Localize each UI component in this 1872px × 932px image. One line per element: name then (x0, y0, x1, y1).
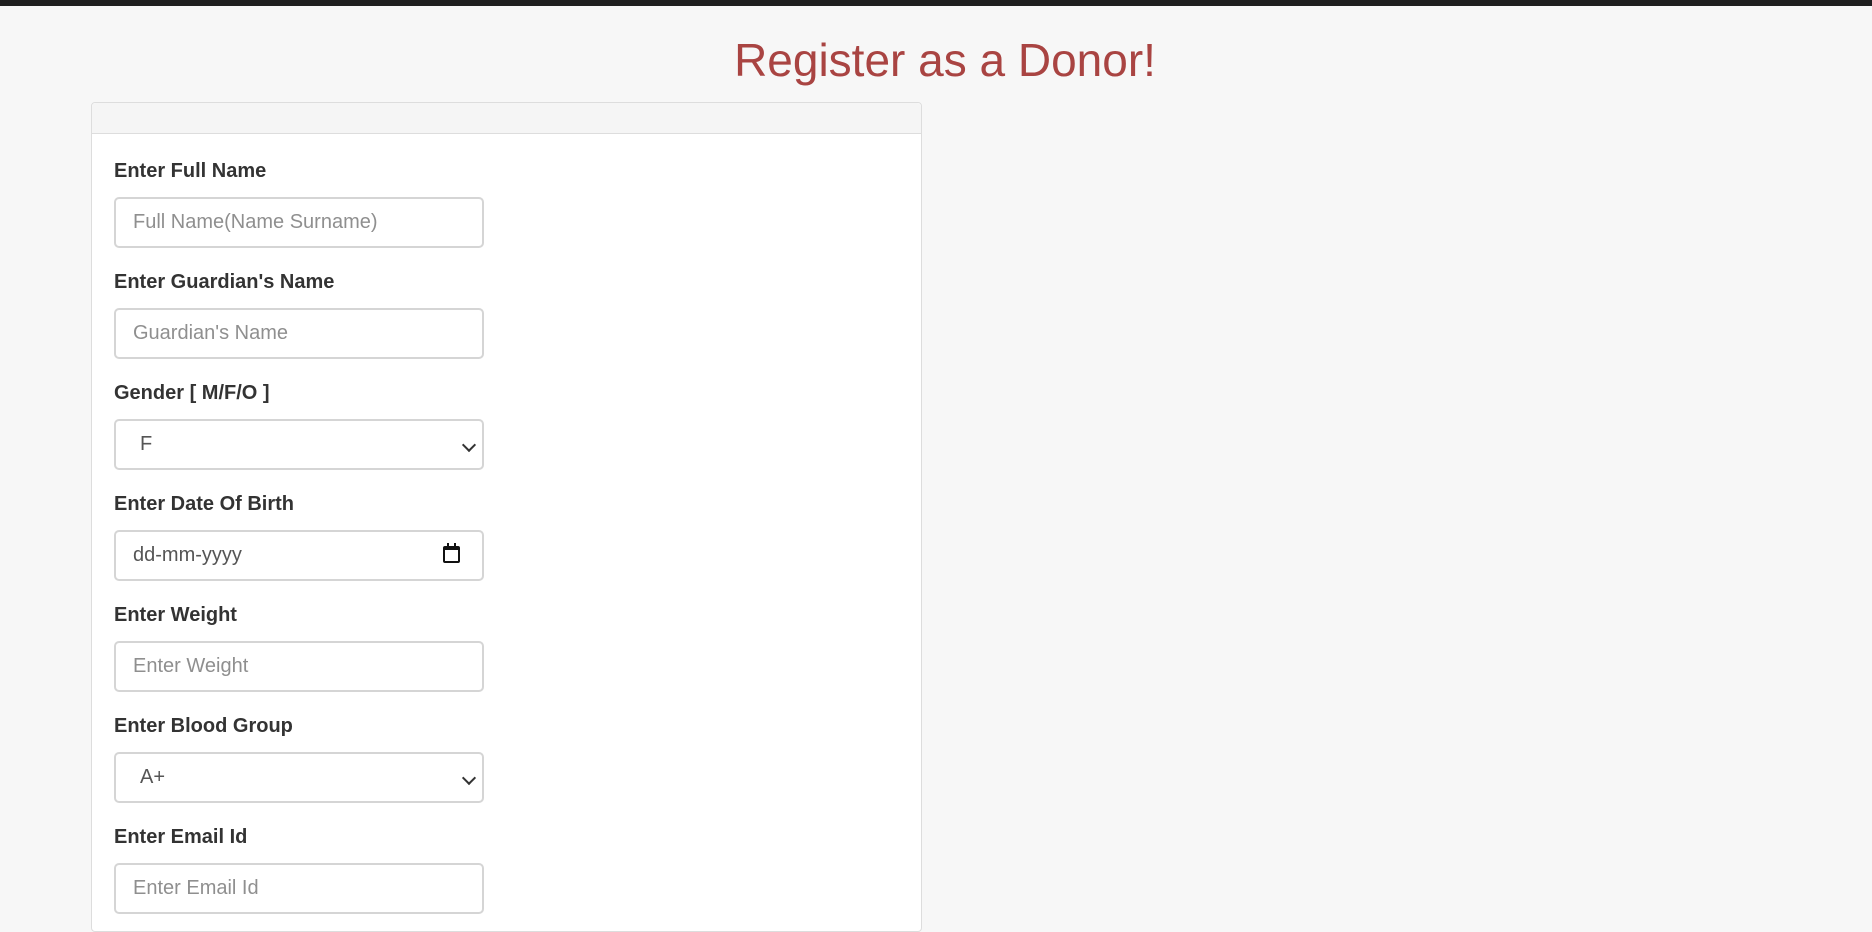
weight-group: Enter Weight Enter Weight (114, 603, 486, 692)
email-input[interactable]: Enter Email Id (114, 863, 484, 914)
weight-input[interactable]: Enter Weight (114, 641, 484, 692)
full-name-label: Enter Full Name (114, 160, 267, 182)
chevron-down-icon (461, 770, 477, 786)
gender-label: Gender [ M/F/O ] (114, 382, 270, 404)
guardian-name-input[interactable]: Guardian's Name (114, 308, 484, 359)
guardian-name-placeholder: Guardian's Name (133, 322, 288, 344)
blood-group-label: Enter Blood Group (114, 715, 293, 737)
blood-group-selected-value: A+ (140, 766, 166, 788)
calendar-icon[interactable] (443, 543, 460, 563)
weight-placeholder: Enter Weight (133, 655, 249, 677)
donor-form-panel: Enter Full Name Full Name(Name Surname) … (91, 102, 922, 932)
full-name-group: Enter Full Name Full Name(Name Surname) (114, 159, 486, 248)
top-bar (0, 0, 1872, 6)
panel-heading (92, 103, 921, 134)
dob-placeholder: dd-mm-yyyy (133, 544, 242, 566)
gender-group: Gender [ M/F/O ] F (114, 381, 486, 470)
full-name-input[interactable]: Full Name(Name Surname) (114, 197, 484, 248)
blood-group-select[interactable]: A+ (114, 752, 484, 803)
dob-label: Enter Date Of Birth (114, 493, 295, 515)
gender-select[interactable]: F (114, 419, 484, 470)
weight-label: Enter Weight (114, 604, 237, 626)
guardian-name-label: Enter Guardian's Name (114, 271, 335, 293)
page-title: Register as a Donor! (734, 34, 1156, 86)
dob-input[interactable]: dd-mm-yyyy (114, 530, 484, 581)
blood-group-group: Enter Blood Group A+ (114, 714, 486, 803)
gender-selected-value: F (140, 433, 153, 455)
email-label: Enter Email Id (114, 826, 248, 848)
email-placeholder: Enter Email Id (133, 877, 259, 899)
dob-group: Enter Date Of Birth dd-mm-yyyy (114, 492, 486, 581)
chevron-down-icon (461, 437, 477, 453)
full-name-placeholder: Full Name(Name Surname) (133, 211, 378, 233)
guardian-name-group: Enter Guardian's Name Guardian's Name (114, 270, 486, 359)
email-group: Enter Email Id Enter Email Id (114, 825, 486, 914)
